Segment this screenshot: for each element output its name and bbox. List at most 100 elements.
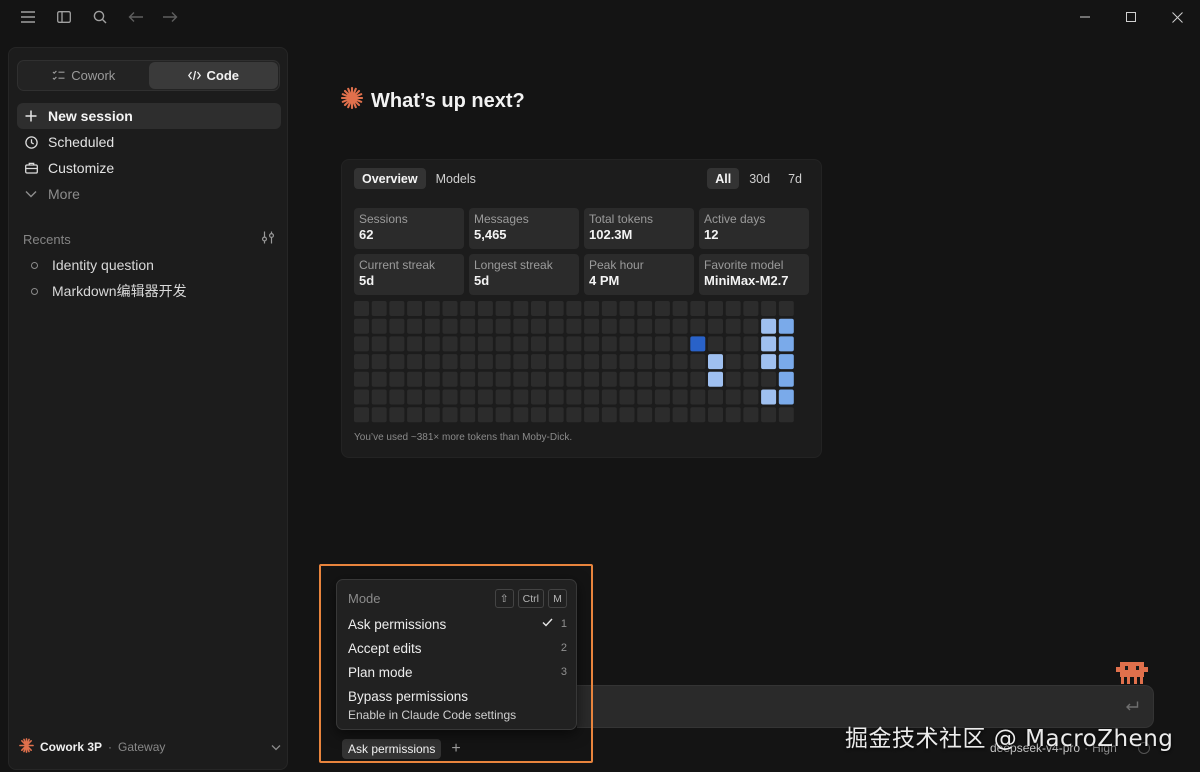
stat-longest-streak: Longest streak 5d [469, 254, 579, 295]
heatmap-cell [531, 336, 546, 352]
heatmap-cell [708, 301, 723, 316]
heatmap-cell-active [690, 336, 706, 352]
sidebar-toggle-icon[interactable] [54, 7, 74, 27]
heatmap-cell [584, 389, 600, 405]
menu-item-ask-permissions[interactable]: Ask permissions 1 [348, 613, 567, 635]
maximize-button[interactable] [1108, 0, 1154, 34]
heatmap-cell [743, 371, 759, 387]
filter-icon[interactable] [261, 231, 275, 247]
heatmap-cell [442, 407, 458, 423]
heatmap-cell [725, 354, 741, 370]
heatmap-cell [619, 389, 635, 405]
back-arrow-icon[interactable] [126, 7, 146, 27]
recent-title: Markdown编辑器开发 [52, 283, 187, 299]
heatmap-cell [548, 354, 564, 370]
list-item[interactable]: Identity question [17, 252, 281, 278]
enter-icon[interactable] [1123, 698, 1141, 716]
tab-cowork[interactable]: Cowork [19, 62, 149, 89]
heatmap-cell [672, 354, 688, 370]
heatmap-cell [531, 301, 546, 316]
heatmap-cell [371, 389, 387, 405]
heatmap-cell [690, 407, 706, 423]
tab-overview[interactable]: Overview [354, 168, 426, 189]
heatmap-cell [637, 318, 653, 334]
heatmap-cell-active [778, 371, 794, 387]
heatmap-cell [424, 336, 440, 352]
list-item[interactable]: Markdown编辑器开发 [17, 278, 281, 304]
menu-item-accept-edits[interactable]: Accept edits 2 [348, 637, 567, 659]
heatmap-cell [690, 354, 706, 370]
heatmap-cell [354, 354, 369, 370]
heatmap-cell [477, 354, 493, 370]
account-switcher[interactable]: Cowork 3P · Gateway [19, 736, 281, 758]
search-icon[interactable] [90, 7, 110, 27]
heatmap-cell [654, 389, 670, 405]
heatmap-cell [513, 389, 529, 405]
heatmap-cell [548, 336, 564, 352]
heatmap-cell [548, 318, 564, 334]
sidebar-item-scheduled[interactable]: Scheduled [17, 129, 281, 155]
heatmap-cell [460, 354, 476, 370]
heatmap-cell [566, 389, 582, 405]
sidebar-item-more[interactable]: More [17, 181, 281, 207]
range-7d[interactable]: 7d [780, 168, 810, 189]
heatmap-cell [584, 318, 600, 334]
separator: · [1084, 741, 1089, 755]
menu-icon[interactable] [18, 7, 38, 27]
permission-mode-button[interactable]: Ask permissions [342, 739, 442, 759]
heatmap-cell [725, 301, 741, 316]
shift-key: ⇧ [494, 589, 514, 608]
range-30d[interactable]: 30d [741, 168, 778, 189]
sidebar-item-customize[interactable]: Customize [17, 155, 281, 181]
heatmap-cell [371, 318, 387, 334]
heatmap-cell [442, 336, 458, 352]
heatmap-cell [495, 371, 511, 387]
heatmap-cell [371, 407, 387, 423]
range-all[interactable]: All [707, 168, 740, 189]
menu-item-plan-mode[interactable]: Plan mode 3 [348, 661, 567, 683]
stat-value: 102.3M [589, 227, 633, 242]
ctrl-key: Ctrl [517, 589, 544, 608]
stat-value: 4 PM [589, 273, 620, 288]
heatmap-cell [513, 336, 529, 352]
heatmap-cell [407, 354, 423, 370]
heatmap-cell [725, 336, 741, 352]
prompt-input[interactable] [577, 685, 1154, 728]
heatmap-cell [743, 301, 759, 316]
heatmap-caption: You’ve used ~381× more tokens than Moby-… [354, 432, 573, 443]
heatmap-cell [442, 318, 458, 334]
heatmap-cell [424, 389, 440, 405]
close-button[interactable] [1154, 0, 1200, 34]
heatmap-cell [389, 336, 405, 352]
stat-peak-hour: Peak hour 4 PM [584, 254, 694, 295]
tab-code[interactable]: Code [148, 62, 278, 89]
heatmap-cell [566, 301, 582, 316]
stat-total-tokens: Total tokens 102.3M [584, 208, 694, 249]
menu-item-bypass-permissions[interactable]: Bypass permissions [348, 685, 567, 707]
menu-item-label: Accept edits [348, 640, 422, 656]
heatmap-cell [637, 354, 653, 370]
heatmap-cell [442, 389, 458, 405]
sidebar-item-new-session[interactable]: New session [17, 103, 281, 129]
heatmap-cell [672, 389, 688, 405]
menu-item-label: Plan mode [348, 664, 413, 680]
model-selector[interactable]: deepseek-v4-pro · High [990, 741, 1117, 755]
tab-models[interactable]: Models [428, 168, 484, 189]
stat-value: 62 [359, 227, 374, 242]
heatmap-cell-active [761, 354, 777, 370]
greeting-text: What’s up next? [371, 89, 525, 112]
heatmap-cell [566, 318, 582, 334]
composer-toolbar: Ask permissions + [342, 739, 461, 759]
heatmap-cell [601, 389, 617, 405]
minimize-button[interactable] [1062, 0, 1108, 34]
plus-icon [24, 109, 38, 123]
heatmap-cell [637, 336, 653, 352]
heatmap-cell [442, 371, 458, 387]
clock-icon [24, 135, 38, 149]
heatmap-cell [743, 336, 759, 352]
circle-icon [31, 261, 38, 269]
menu-item-shortcut: 3 [560, 666, 567, 678]
heatmap-cell [672, 301, 688, 316]
forward-arrow-icon[interactable] [160, 7, 180, 27]
add-attachment-button[interactable]: + [451, 741, 460, 757]
